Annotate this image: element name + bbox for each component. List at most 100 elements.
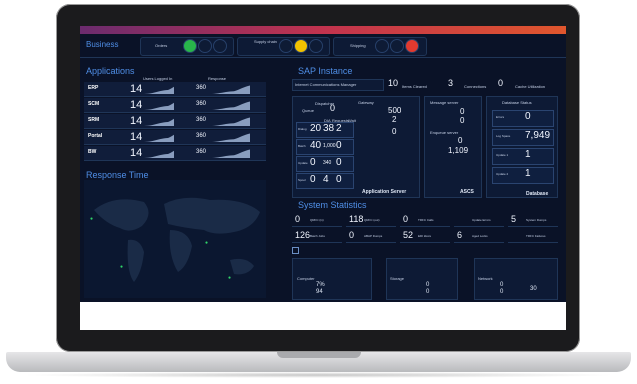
queue-label: Queue — [302, 108, 315, 113]
response-value: 360 — [196, 85, 207, 91]
stat-label: QRFC (out) — [364, 218, 380, 222]
region-tag-eu: ● — [205, 240, 209, 246]
stat-label: QRFC (in) — [310, 218, 324, 222]
work-process-value: 20 — [310, 123, 322, 134]
app-name: SCM — [88, 101, 100, 107]
supply-label: Supply chain — [254, 39, 277, 44]
region-tag-sa: ● — [120, 264, 124, 270]
work-process-value: 2 — [336, 123, 342, 134]
database-status-label: Database Status — [502, 100, 532, 105]
stat-label: EDI Idocs — [418, 234, 432, 238]
response-sparkline — [210, 85, 250, 94]
response-time-title: Response Time — [86, 170, 149, 180]
supply-status-off — [279, 39, 293, 53]
cache-label: Cache Utilization — [515, 84, 546, 89]
dashboard-screen: Business Orders Supply chain Shipping Ap… — [80, 26, 566, 330]
work-process-label: Update — [298, 161, 308, 165]
response-value: 360 — [196, 133, 207, 139]
work-process-label: Spool — [298, 178, 306, 182]
response-sparkline — [210, 149, 250, 158]
supply-status-yellow — [294, 39, 308, 53]
work-process-value: 0 — [336, 140, 342, 151]
gateway-label: Gateway — [358, 100, 374, 105]
stat-label: TRFC Failures — [526, 234, 546, 238]
db-row-label: Log Space — [496, 134, 511, 138]
network-val-a: 0 — [500, 282, 504, 288]
dispatcher-value: 0 — [330, 103, 336, 113]
applications-title: Applications — [86, 66, 135, 76]
supply-status-off — [309, 39, 323, 53]
orders-status-off — [213, 39, 227, 53]
work-process-label: Batch — [298, 144, 306, 148]
network-val-b: 0 — [500, 289, 504, 295]
response-value: 360 — [196, 117, 207, 123]
stat-value: 6 — [457, 230, 463, 240]
divider — [80, 57, 566, 58]
cache-value: 0 — [498, 78, 504, 88]
database-label: Database — [526, 191, 549, 197]
app-server-label: Application Server — [362, 189, 407, 195]
users-sparkline — [144, 134, 174, 142]
work-process-value: 38 — [323, 123, 335, 134]
gateway-used: 500 — [388, 106, 402, 115]
work-process-value: 0 — [336, 174, 342, 185]
stat-value: 0 — [295, 214, 301, 224]
message-server-val2: 0 — [460, 116, 465, 125]
work-process-value: 0 — [310, 157, 316, 168]
work-process-value: 40 — [310, 140, 322, 151]
response-value: 360 — [196, 101, 207, 107]
users-sparkline — [144, 150, 174, 158]
response-sparkline — [210, 117, 250, 126]
icm-label: Internet Communications Manager — [295, 82, 357, 87]
storage-val-b: 0 — [426, 289, 430, 295]
db-row-value: 1 — [525, 168, 531, 179]
expand-icon[interactable] — [292, 247, 299, 254]
region-tag-us: ● — [90, 216, 94, 222]
gateway-current: 2 — [392, 115, 397, 124]
stat-value: 5 — [511, 214, 517, 224]
network-val-c: 30 — [530, 286, 537, 292]
work-process-value: 1,000 — [323, 143, 336, 149]
top-gradient-bar — [80, 26, 566, 34]
computer-val-b: 94 — [316, 289, 323, 295]
work-process-value: 0 — [336, 157, 342, 168]
sap-instance-title: SAP Instance — [298, 66, 353, 76]
world-map[interactable] — [84, 180, 266, 298]
users-logged-in: 14 — [130, 147, 143, 159]
items-cleared-label: Items Cleared — [402, 84, 427, 89]
message-server-val1: 0 — [460, 107, 465, 116]
computer-val-a: 7% — [316, 282, 325, 288]
users-logged-in: 14 — [130, 115, 143, 127]
users-sparkline — [144, 102, 174, 110]
shipping-status-off — [390, 39, 404, 53]
enqueue-val2: 1,109 — [448, 146, 469, 155]
enqueue-val1: 0 — [458, 136, 463, 145]
db-row-value: 0 — [525, 111, 531, 122]
gateway-interrupted: 0 — [392, 127, 397, 136]
region-tag-au: ● — [228, 275, 232, 281]
icm-value: 10 — [388, 78, 399, 88]
stat-label: System Dumps — [526, 218, 547, 222]
message-server-label: Message server — [430, 100, 459, 105]
db-row-value: 1 — [525, 149, 531, 160]
stat-label: TRFC Calls — [418, 218, 434, 222]
users-sparkline — [144, 118, 174, 126]
response-sparkline — [210, 133, 250, 142]
business-title: Business — [86, 40, 119, 49]
stat-label: Batch Jobs — [310, 234, 325, 238]
system-statistics-title: System Statistics — [298, 200, 367, 210]
users-logged-in: 14 — [130, 83, 143, 95]
stat-value: 0 — [403, 214, 409, 224]
db-row-label: Errors — [496, 115, 505, 119]
network-label: Network — [478, 276, 493, 281]
connections-value: 3 — [448, 78, 454, 88]
ascs-label: ASCS — [460, 189, 474, 195]
col-users-header: Users Logged In — [143, 76, 173, 81]
app-name: BW — [88, 149, 97, 155]
work-process-value: 4 — [323, 174, 329, 185]
stat-value: 0 — [349, 230, 355, 240]
users-logged-in: 14 — [130, 99, 143, 111]
users-logged-in: 14 — [130, 131, 143, 143]
stat-value: 126 — [295, 230, 311, 240]
app-name: SRM — [88, 117, 100, 123]
